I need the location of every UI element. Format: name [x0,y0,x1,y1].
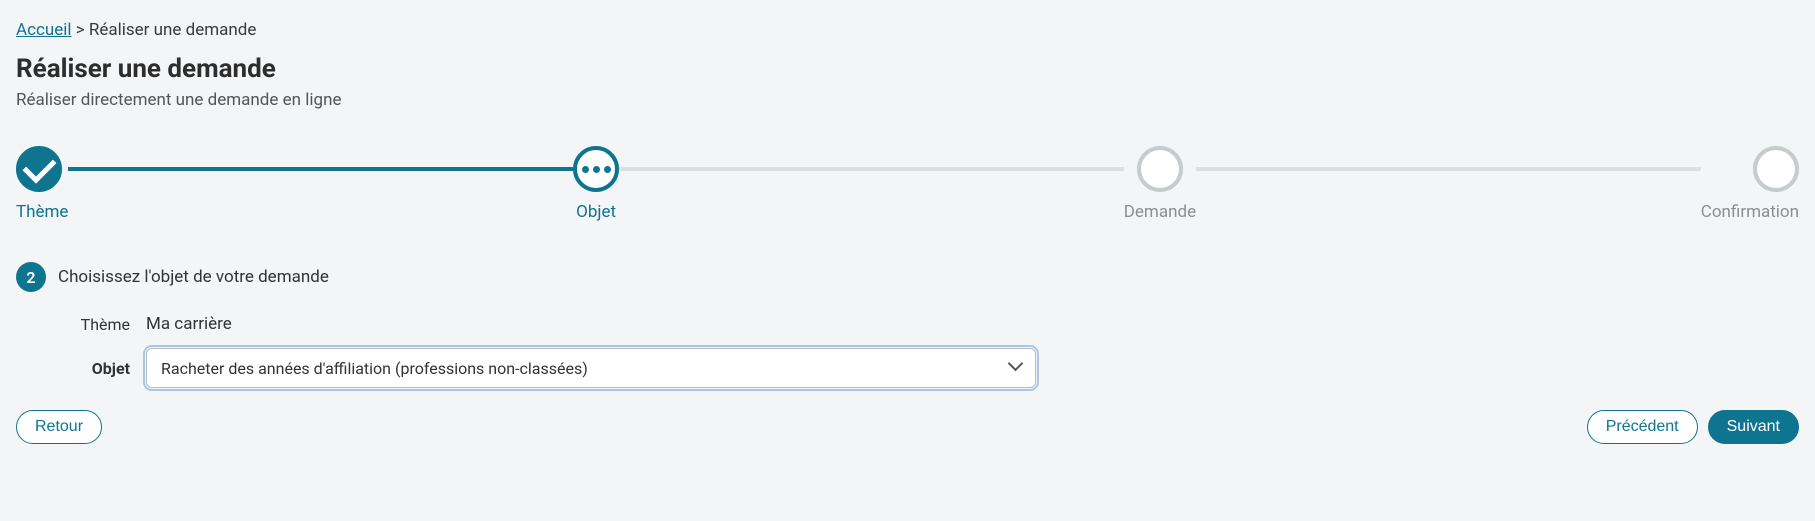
step-circle-icon [1137,146,1183,192]
step-theme: Thème [16,146,68,222]
object-select[interactable]: Racheter des années d'affiliation (profe… [146,348,1036,388]
section-number-badge: 2 [16,262,46,292]
theme-value: Ma carrière [146,314,232,334]
previous-button[interactable]: Précédent [1587,410,1698,444]
breadcrumb-home-link[interactable]: Accueil [16,20,72,40]
section-heading: 2 Choisissez l'objet de votre demande [16,262,1799,292]
step-label: Demande [1124,202,1196,222]
object-select-value: Racheter des années d'affiliation (profe… [161,359,588,378]
object-label: Objet [16,359,146,378]
stepper: Thème Objet Demande Confirmation [16,146,1799,222]
breadcrumb: Accueil > Réaliser une demande [16,20,1799,40]
next-button[interactable]: Suivant [1708,410,1799,444]
page-title: Réaliser une demande [16,54,1799,84]
form-row-theme: Thème Ma carrière [16,314,1799,334]
section-title: Choisissez l'objet de votre demande [58,267,329,287]
step-label: Confirmation [1701,202,1799,222]
stepper-connector [1196,167,1701,171]
stepper-connector [68,167,573,171]
theme-label: Thème [16,315,146,334]
step-label: Objet [576,202,616,222]
stepper-connector [619,167,1124,171]
step-demande: Demande [1124,146,1196,222]
check-icon [16,146,62,192]
step-circle-icon [1753,146,1799,192]
step-confirmation: Confirmation [1701,146,1799,222]
actions-bar: Retour Précédent Suivant [16,410,1799,444]
breadcrumb-separator: > [76,20,85,40]
back-button[interactable]: Retour [16,410,102,444]
step-label: Thème [16,202,68,222]
form-row-object: Objet Racheter des années d'affiliation … [16,348,1799,388]
step-objet: Objet [573,146,619,222]
dots-icon [573,146,619,192]
breadcrumb-current: Réaliser une demande [89,20,257,40]
page-subtitle: Réaliser directement une demande en lign… [16,90,1799,110]
